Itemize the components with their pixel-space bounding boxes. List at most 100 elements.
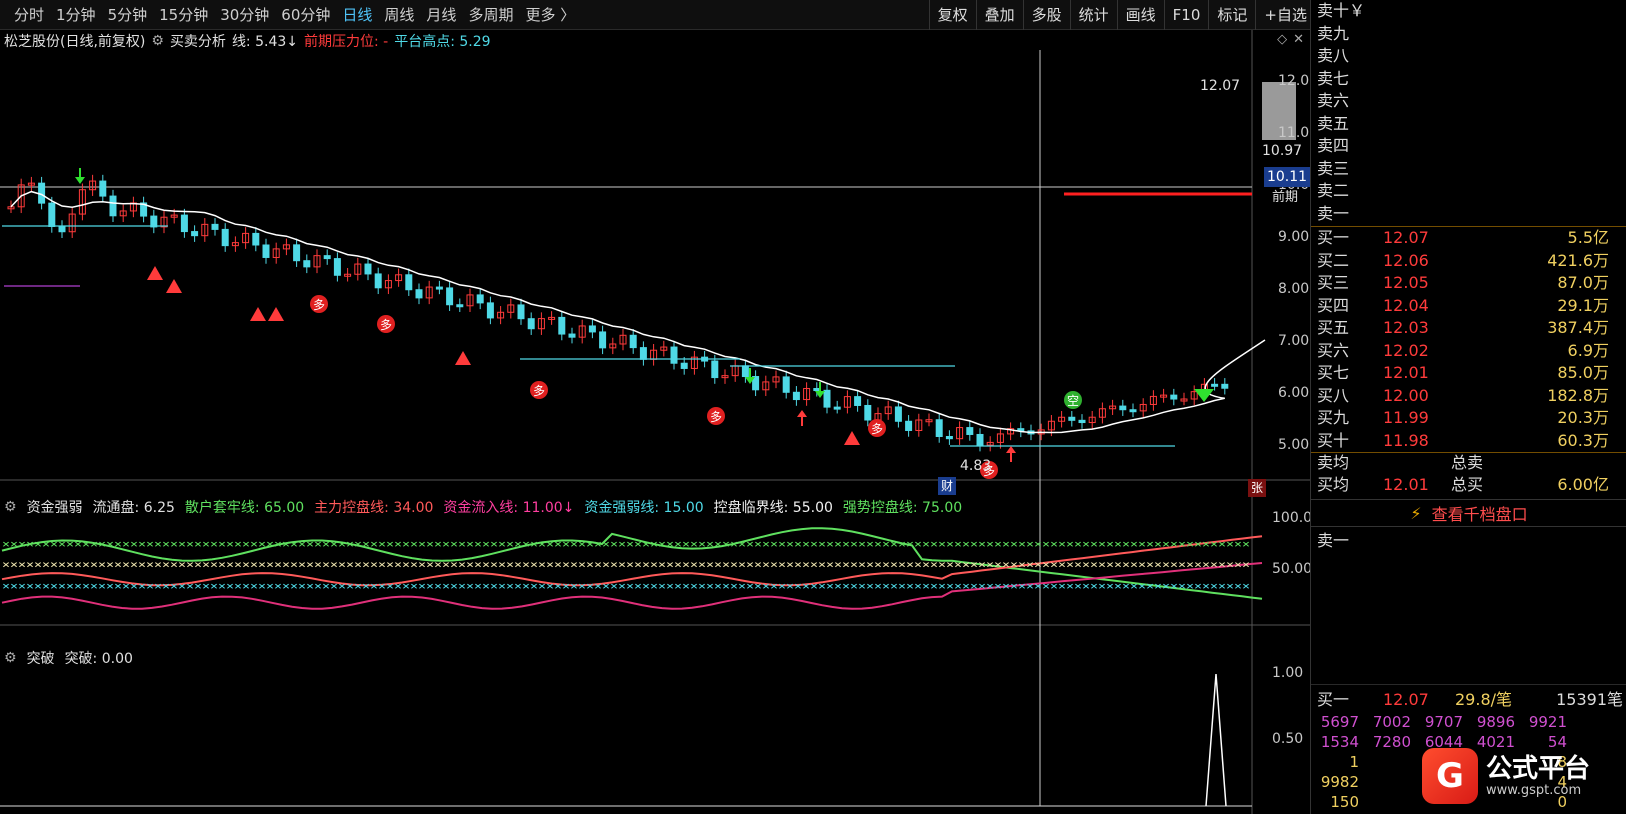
- queue-buy-per: 29.8/笔: [1455, 690, 1513, 709]
- candle-body: [58, 225, 66, 233]
- buy-row[interactable]: 买八 12.00 182.8万: [1311, 385, 1626, 407]
- buy-triangle-icon: [166, 279, 182, 293]
- buy-row[interactable]: 买六 12.02 6.9万: [1311, 340, 1626, 362]
- sell-label: 卖六: [1317, 91, 1350, 110]
- queue-cell: 9707: [1424, 713, 1463, 731]
- buy-row[interactable]: 买三 12.05 87.0万: [1311, 272, 1626, 294]
- buy-volume: 60.3万: [1557, 430, 1609, 450]
- sell-row[interactable]: 卖三: [1311, 158, 1626, 180]
- buy-row[interactable]: 买七 12.01 85.0万: [1311, 362, 1626, 384]
- sell-row[interactable]: 卖五: [1311, 113, 1626, 135]
- queue-cell: 150: [1330, 793, 1359, 811]
- main-control-line-value: 主力控盘线: 34.00: [314, 500, 434, 516]
- finance-badge[interactable]: 财: [938, 477, 956, 495]
- total-buy-label: 总买: [1451, 475, 1484, 494]
- queue-cell: 1534: [1320, 733, 1359, 751]
- queue-buy-row: 买一 12.07 29.8/笔 15391笔: [1311, 689, 1626, 711]
- low-price-label: 4.83: [960, 458, 992, 474]
- buy-label: 买一: [1317, 228, 1350, 247]
- price-label: 5.00: [1278, 437, 1310, 453]
- candle-body: [180, 214, 188, 233]
- candle-body: [670, 346, 678, 364]
- buy-price: 12.03: [1383, 318, 1429, 337]
- sell-label: 卖八: [1317, 46, 1350, 65]
- candle-body: [150, 215, 158, 228]
- fund-strength-name[interactable]: 资金强弱: [27, 497, 83, 517]
- queue-cell: 5697: [1320, 713, 1359, 731]
- pressure-tag-label: 前期: [1272, 190, 1299, 205]
- sell-arrow-head: [75, 177, 85, 184]
- queue-cell: 9982: [1320, 773, 1359, 791]
- candle-body: [833, 406, 841, 410]
- strong-control-marker-line: ××××××××××××××××××××××××××××××××××××××××…: [2, 538, 1250, 551]
- view-depth-text[interactable]: 查看千档盘口: [1432, 501, 1528, 525]
- breakout-name[interactable]: 突破: [27, 648, 55, 668]
- sell-row[interactable]: 卖一: [1311, 203, 1626, 225]
- high-marker-label: 12.07: [1200, 78, 1241, 94]
- candle-body: [252, 232, 260, 246]
- buy-row[interactable]: 买二 12.06 421.6万: [1311, 250, 1626, 272]
- sell-row[interactable]: 卖八: [1311, 45, 1626, 67]
- candle-body: [558, 316, 566, 335]
- buy-row[interactable]: 买五 12.03 387.4万: [1311, 317, 1626, 339]
- candle-body: [945, 435, 953, 440]
- sell-row[interactable]: 卖六: [1311, 90, 1626, 112]
- sub1-axis-50: 50.00: [1272, 561, 1313, 577]
- candle-body: [476, 294, 484, 304]
- sell-row[interactable]: 卖十￥: [1311, 0, 1626, 22]
- breakout-spike: [1205, 673, 1227, 807]
- sell-label: 卖二: [1317, 181, 1350, 200]
- critical-line-value: 控盘临界线: 55.00: [713, 500, 833, 516]
- indicator-gear-icon[interactable]: ⚙: [4, 499, 17, 515]
- queue-cell: 7002: [1372, 713, 1411, 731]
- candle-body: [854, 396, 862, 406]
- buy-label: 买六: [1317, 340, 1350, 360]
- buy-row[interactable]: 买九 11.99 20.3万: [1311, 407, 1626, 429]
- breakout-gear-icon[interactable]: ⚙: [4, 650, 17, 666]
- candle-body: [792, 391, 800, 401]
- candle-body: [293, 244, 301, 262]
- buy-arrow-head: [1006, 446, 1016, 453]
- buy-triangle-icon: [147, 266, 163, 280]
- candle-body: [435, 286, 443, 290]
- buy-arrow-head: [797, 410, 807, 417]
- sell-row[interactable]: 卖七: [1311, 68, 1626, 90]
- candle-body: [905, 420, 913, 431]
- low-marker-label: 10.97: [1262, 143, 1303, 159]
- candle-body: [364, 263, 372, 275]
- queue-buy-label: 买一: [1317, 690, 1350, 709]
- duo-signal-label: 多: [313, 298, 325, 312]
- price-label: 7.00: [1278, 333, 1310, 349]
- sub2-axis-05: 0.50: [1272, 731, 1304, 747]
- buy-row[interactable]: 买四 12.04 29.1万: [1311, 295, 1626, 317]
- buy-price: 11.98: [1383, 430, 1429, 450]
- sell-row[interactable]: 卖九: [1311, 23, 1626, 45]
- buy-label: 买二: [1317, 250, 1350, 270]
- candle-body: [446, 287, 454, 306]
- price-label: 6.00: [1278, 385, 1310, 401]
- duo-signal-label: 多: [710, 410, 722, 424]
- buy-row[interactable]: 买一 12.07 5.5亿: [1311, 227, 1626, 249]
- buy-price: 12.06: [1383, 250, 1429, 270]
- chart-canvas[interactable]: 多多多多多多空×××××××××××××××××××××××××××××××××…: [0, 0, 1310, 814]
- queue-cell: 7280: [1372, 733, 1411, 751]
- candle-body: [823, 389, 831, 408]
- buy-price: 12.07: [1383, 228, 1429, 247]
- brand-watermark: G 公式平台 www.gspt.com: [1422, 748, 1590, 804]
- buy-label: 买五: [1317, 318, 1350, 337]
- fund-strength-header: ⚙ 资金强弱 流通盘: 6.25 散户套牢线: 65.00 主力控盘线: 34.…: [0, 496, 962, 518]
- candle-body: [966, 427, 974, 435]
- buy-price: 12.02: [1383, 340, 1429, 360]
- view-depth-link[interactable]: ⚡ 查看千档盘口: [1311, 499, 1626, 527]
- order-book-panel: 卖十￥ 卖九 卖八 卖七 卖六 卖五 卖四 卖三 卖二 卖一 买一 12.07 5.5亿 买二 12.06…: [1310, 0, 1626, 814]
- buy-price: 12.01: [1383, 363, 1429, 382]
- total-sell-label: 总卖: [1451, 453, 1484, 472]
- buy-label: 买十: [1317, 430, 1350, 450]
- sell-row[interactable]: 卖四: [1311, 135, 1626, 157]
- sell-label: 卖九: [1317, 23, 1350, 43]
- buy-row[interactable]: 买十 11.98 60.3万: [1311, 430, 1626, 452]
- queue-cell: 1: [1349, 753, 1359, 771]
- candle-body: [588, 325, 596, 333]
- limit-up-badge[interactable]: 张: [1248, 479, 1266, 497]
- sell-row[interactable]: 卖二: [1311, 180, 1626, 202]
